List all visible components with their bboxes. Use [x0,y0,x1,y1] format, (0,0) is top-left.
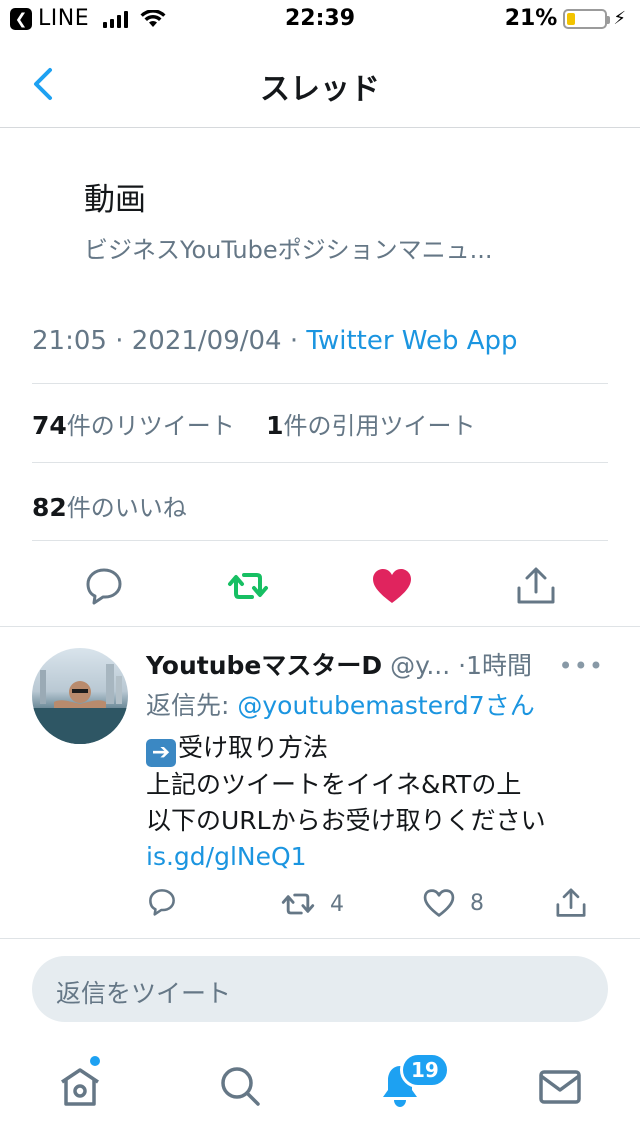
meta-separator: · [289,326,299,356]
reply-action-bar: 4 8 [146,886,616,926]
quotes-count: 1 [266,411,284,440]
section-divider [0,626,640,627]
reply-line-3: 以下のURLからお受け取りください [146,806,546,835]
tweet-meta: 21:05 · 2021/09/04 · Twitter Web App [32,326,518,356]
reply-to-label: 返信先: [146,691,238,720]
reply-body: ➔ 受け取り方法 上記のツイートをイイネ&RTの上 以下のURLからお受け取りくだ… [146,730,546,875]
reply-to-user-link[interactable]: @youtubemasterd7さん [237,691,534,720]
retweets-label: 件のリツイート [66,412,235,440]
likes-label: 件のいいね [66,494,187,522]
heart-icon[interactable] [370,564,414,608]
divider [32,462,608,463]
retweets-count: 74 [32,411,67,440]
likes-count: 82 [32,493,67,522]
nav-header: スレッド [0,40,640,128]
battery-fill [567,12,575,25]
avatar-photo [32,664,128,744]
tweet-action-bar [0,552,640,616]
retweet-icon[interactable] [226,564,270,608]
status-right: 21% ⚡ [505,6,626,31]
reply-icon[interactable] [82,564,126,608]
divider [32,540,608,541]
reply-line-1: ➔ 受け取り方法 [146,730,546,767]
reply-like-count: 8 [470,890,484,916]
search-icon[interactable] [216,1062,264,1110]
quotes-label: 件の引用ツイート [283,412,476,440]
reply-author-name[interactable]: YoutubeマスターD [146,651,382,680]
reply-icon [149,889,175,916]
reply-line-1-text: 受け取り方法 [178,733,329,762]
likes-stat[interactable]: 82件のいいね [32,488,187,523]
reply-share-button[interactable] [554,886,588,920]
reply-retweet-count: 4 [330,891,344,917]
quotes-stat[interactable]: 1件の引用ツイート [266,411,476,440]
status-bar: ❮ LINE 22:39 21% ⚡ [0,0,640,40]
mail-icon[interactable] [536,1062,584,1110]
compose-placeholder: 返信をツイート [56,979,232,1008]
retweets-stat[interactable]: 74件のリツイート [32,411,235,440]
reply-header: YoutubeマスターD @y... ·1時間 [146,646,616,682]
right-arrow-emoji: ➔ [146,739,176,767]
reply-like-button[interactable]: 8 [422,886,484,920]
reply-timestamp: ·1時間 [458,651,532,680]
more-dots-icon[interactable]: ••• [559,652,604,680]
home-icon[interactable] [56,1062,104,1110]
battery-tip [607,15,611,24]
card-subtitle[interactable]: ビジネスYouTubeポジションマニュ... [84,230,492,265]
reply-retweet-button[interactable]: 4 [280,886,344,922]
retweet-stats: 74件のリツイート 1件の引用ツイート [32,406,475,441]
reply-author-handle[interactable]: @y... [390,651,450,680]
section-divider [0,938,640,939]
tweet-time: 21:05 [32,326,107,356]
card-title[interactable]: 動画 [84,174,146,219]
heart-outline-icon [423,889,455,917]
share-icon[interactable] [514,564,558,608]
battery-percent: 21% [504,6,558,31]
charging-bolt-icon: ⚡ [613,8,626,29]
battery-icon [563,8,611,29]
reply-reply-button[interactable] [146,886,178,918]
home-new-dot [88,1054,102,1068]
meta-separator: · [115,326,124,356]
page-title: スレッド [260,72,380,107]
retweet-icon [281,893,315,915]
reply-to-line: 返信先: @youtubemasterd7さん [146,686,535,722]
tweet-source-link[interactable]: Twitter Web App [306,326,517,356]
reply-url-link[interactable]: is.gd/glNeQ1 [146,839,546,875]
avatar[interactable] [32,648,128,744]
tweet-date: 2021/09/04 [131,326,282,356]
share-icon [556,888,586,917]
reply-compose-input[interactable]: 返信をツイート [32,956,608,1022]
reply-line-2: 上記のツイートをイイネ&RTの上 [146,770,522,799]
divider [32,383,608,384]
notification-badge: 19 [400,1052,450,1088]
